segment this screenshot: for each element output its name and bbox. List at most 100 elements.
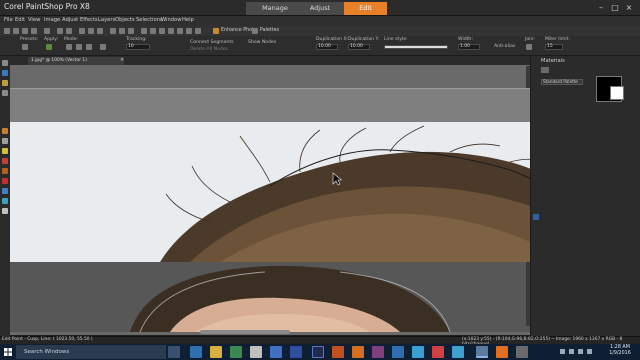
miter-limit-input[interactable]: 15 bbox=[545, 44, 563, 50]
edge-icon[interactable] bbox=[190, 346, 202, 358]
horizontal-scrollbar[interactable] bbox=[200, 330, 290, 334]
eraser-tool-icon[interactable] bbox=[2, 158, 8, 164]
tab-adjust[interactable]: Adjust bbox=[292, 2, 348, 15]
mode-edit-icon[interactable] bbox=[66, 44, 72, 50]
tracking-input[interactable]: 10 bbox=[126, 44, 150, 50]
overview-icon[interactable] bbox=[177, 28, 183, 34]
store-icon[interactable] bbox=[230, 346, 242, 358]
pan-tool-icon[interactable] bbox=[2, 60, 8, 66]
menu-selections[interactable]: Selections bbox=[136, 17, 163, 23]
duplication-y-input[interactable]: 10.00 bbox=[348, 44, 370, 50]
paint-brush-icon[interactable] bbox=[2, 148, 8, 154]
menu-view[interactable]: View bbox=[28, 17, 40, 23]
app-icon-4[interactable] bbox=[332, 346, 344, 358]
panel-side-icon[interactable] bbox=[533, 214, 539, 220]
pen-tool-icon[interactable] bbox=[2, 178, 8, 184]
palettes-icon[interactable] bbox=[252, 28, 258, 34]
show-nodes-checkbox[interactable]: Show Nodes bbox=[248, 40, 276, 45]
pick-tool-icon[interactable] bbox=[2, 70, 8, 76]
palette-dropdown[interactable]: Standard Palette bbox=[541, 79, 583, 85]
histogram-icon[interactable] bbox=[168, 28, 174, 34]
rotate-icon[interactable] bbox=[119, 28, 125, 34]
antialias-checkbox[interactable]: Anti-alias bbox=[494, 44, 515, 49]
menu-help[interactable]: Help bbox=[182, 17, 194, 23]
paintshop-pro-icon[interactable] bbox=[476, 346, 488, 358]
save-icon[interactable] bbox=[22, 28, 28, 34]
warp-tool-icon[interactable] bbox=[2, 208, 8, 214]
taskbar-search-input[interactable]: Search Windows bbox=[16, 345, 166, 359]
new-file-icon[interactable] bbox=[4, 28, 10, 34]
presets-icon[interactable] bbox=[22, 44, 28, 50]
file-explorer-icon[interactable] bbox=[210, 346, 222, 358]
connect-segments-checkbox[interactable]: Connect Segments bbox=[190, 40, 234, 45]
zoom-icon[interactable] bbox=[110, 28, 116, 34]
undo-icon[interactable] bbox=[57, 28, 63, 34]
crop-tool-icon[interactable] bbox=[2, 90, 8, 96]
mode-drawing-icon[interactable] bbox=[86, 44, 92, 50]
palettes-button[interactable]: Palettes bbox=[260, 28, 279, 33]
open-icon[interactable] bbox=[13, 28, 19, 34]
close-tab-icon[interactable]: × bbox=[120, 57, 124, 63]
learning-icon[interactable] bbox=[195, 28, 201, 34]
duplication-x-input[interactable]: 10.00 bbox=[316, 44, 338, 50]
menu-window[interactable]: Window bbox=[161, 17, 181, 23]
makeover-tool-icon[interactable] bbox=[2, 128, 8, 134]
app-icon-2[interactable] bbox=[270, 346, 282, 358]
script-icon[interactable] bbox=[186, 28, 192, 34]
mode-knife-icon[interactable] bbox=[76, 44, 82, 50]
app-icon-6[interactable] bbox=[372, 346, 384, 358]
paste-icon[interactable] bbox=[97, 28, 103, 34]
document-tab[interactable]: 1.jpg* @ 100% (Vector 1) bbox=[28, 57, 124, 65]
flood-fill-icon[interactable] bbox=[2, 168, 8, 174]
width-input[interactable]: 1.00 bbox=[458, 44, 480, 50]
minimize-button[interactable]: – bbox=[594, 2, 608, 14]
selection-tool-icon[interactable] bbox=[2, 80, 8, 86]
menu-layers[interactable]: Layers bbox=[98, 17, 115, 23]
app-icon-7[interactable] bbox=[392, 346, 404, 358]
menu-file[interactable]: File bbox=[4, 17, 13, 23]
apply-check-icon[interactable] bbox=[46, 44, 52, 50]
clone-tool-icon[interactable] bbox=[2, 138, 8, 144]
menu-effects[interactable]: Effects bbox=[80, 17, 98, 23]
redo-icon[interactable] bbox=[66, 28, 72, 34]
flip-icon[interactable] bbox=[128, 28, 134, 34]
save-as-icon[interactable] bbox=[31, 28, 37, 34]
menu-adjust[interactable]: Adjust bbox=[62, 17, 78, 23]
cut-icon[interactable] bbox=[79, 28, 85, 34]
app-icon-10[interactable] bbox=[452, 346, 464, 358]
close-button[interactable]: × bbox=[622, 2, 636, 14]
task-view-icon[interactable] bbox=[168, 346, 180, 358]
mode-contour-icon[interactable] bbox=[100, 44, 106, 50]
photo-face-graphic bbox=[10, 262, 530, 332]
resize-icon[interactable] bbox=[150, 28, 156, 34]
line-style-dropdown[interactable] bbox=[384, 45, 448, 49]
text-tool-icon[interactable] bbox=[2, 188, 8, 194]
app-icon-9[interactable] bbox=[432, 346, 444, 358]
photoshop-icon[interactable] bbox=[312, 346, 324, 358]
maximize-button[interactable]: □ bbox=[608, 2, 622, 14]
tab-edit[interactable]: Edit bbox=[344, 2, 387, 15]
swatch-tab-icon[interactable] bbox=[541, 67, 549, 73]
photo-lower-region[interactable] bbox=[10, 262, 530, 332]
delete-all-nodes-checkbox[interactable]: Delete All Nodes bbox=[190, 47, 228, 52]
copy-icon[interactable] bbox=[88, 28, 94, 34]
app-icon-1[interactable] bbox=[250, 346, 262, 358]
app-icon-11[interactable] bbox=[516, 346, 528, 358]
app-icon-5[interactable] bbox=[352, 346, 364, 358]
app-icon-3[interactable] bbox=[290, 346, 302, 358]
app-icon-8[interactable] bbox=[412, 346, 424, 358]
menu-objects[interactable]: Objects bbox=[115, 17, 135, 23]
windows-start-icon[interactable] bbox=[0, 344, 16, 360]
background-color-swatch[interactable] bbox=[610, 86, 624, 100]
system-tray-icons[interactable] bbox=[560, 349, 596, 355]
enhance-photo-icon[interactable] bbox=[213, 28, 219, 34]
shape-tool-icon[interactable] bbox=[2, 198, 8, 204]
layers-icon[interactable] bbox=[159, 28, 165, 34]
print-icon[interactable] bbox=[44, 28, 50, 34]
taskbar-clock[interactable]: 1:28 AM 1/9/2016 bbox=[606, 345, 634, 357]
menu-image[interactable]: Image bbox=[44, 17, 60, 23]
menu-edit[interactable]: Edit bbox=[15, 17, 25, 23]
crop-icon[interactable] bbox=[141, 28, 147, 34]
firefox-icon[interactable] bbox=[496, 346, 508, 358]
join-style-icon[interactable] bbox=[526, 44, 532, 50]
